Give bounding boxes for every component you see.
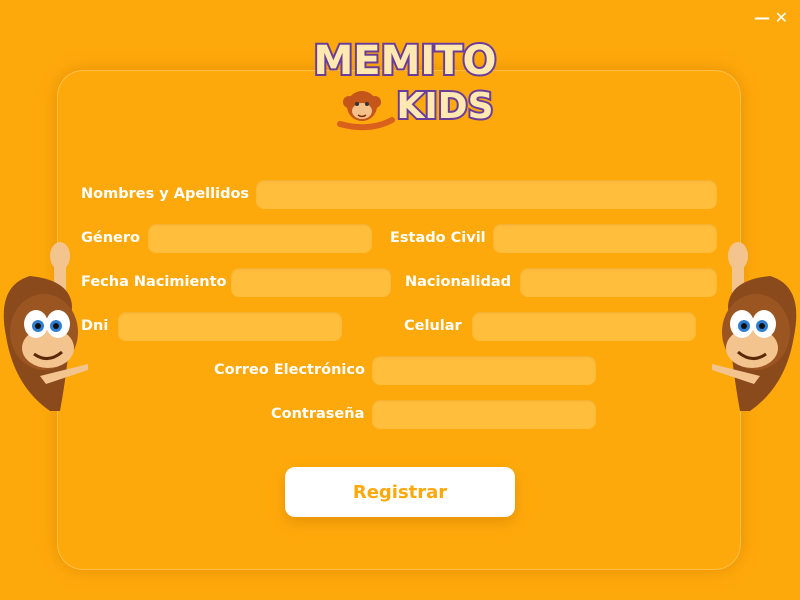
estado-civil-label: Estado Civil — [390, 230, 486, 246]
nombres-apellidos-input[interactable] — [256, 180, 717, 209]
logo-text-kids: KIDS — [396, 86, 493, 127]
monkey-pointing-icon — [3, 242, 88, 411]
dni-input[interactable] — [118, 312, 342, 341]
nacionalidad-label: Nacionalidad — [405, 274, 512, 290]
logo-text-memito: MEMITO — [313, 38, 496, 84]
nacionalidad-input[interactable] — [520, 268, 717, 297]
contrasena-label: Contraseña — [271, 406, 365, 422]
monkey-pointing-icon — [712, 242, 797, 411]
monkey-icon — [337, 91, 395, 131]
memito-kids-logo: MEMITO KIDS — [311, 36, 499, 131]
nombres-label: Nombres y Apellidos — [81, 186, 250, 202]
registrar-button[interactable]: Registrar — [285, 467, 515, 517]
celular-input[interactable] — [472, 312, 696, 341]
correo-electronico-input[interactable] — [372, 356, 596, 385]
estado-civil-input[interactable] — [493, 224, 717, 253]
minimize-button[interactable]: — — [754, 8, 770, 28]
fecha-nacimiento-label: Fecha Nacimiento — [81, 274, 227, 290]
correo-label: Correo Electrónico — [214, 362, 365, 378]
close-button[interactable]: ✕ — [775, 8, 788, 28]
celular-label: Celular — [404, 318, 462, 334]
fecha-nacimiento-input[interactable] — [231, 268, 391, 297]
genero-input[interactable] — [148, 224, 372, 253]
contrasena-input[interactable] — [372, 400, 596, 429]
